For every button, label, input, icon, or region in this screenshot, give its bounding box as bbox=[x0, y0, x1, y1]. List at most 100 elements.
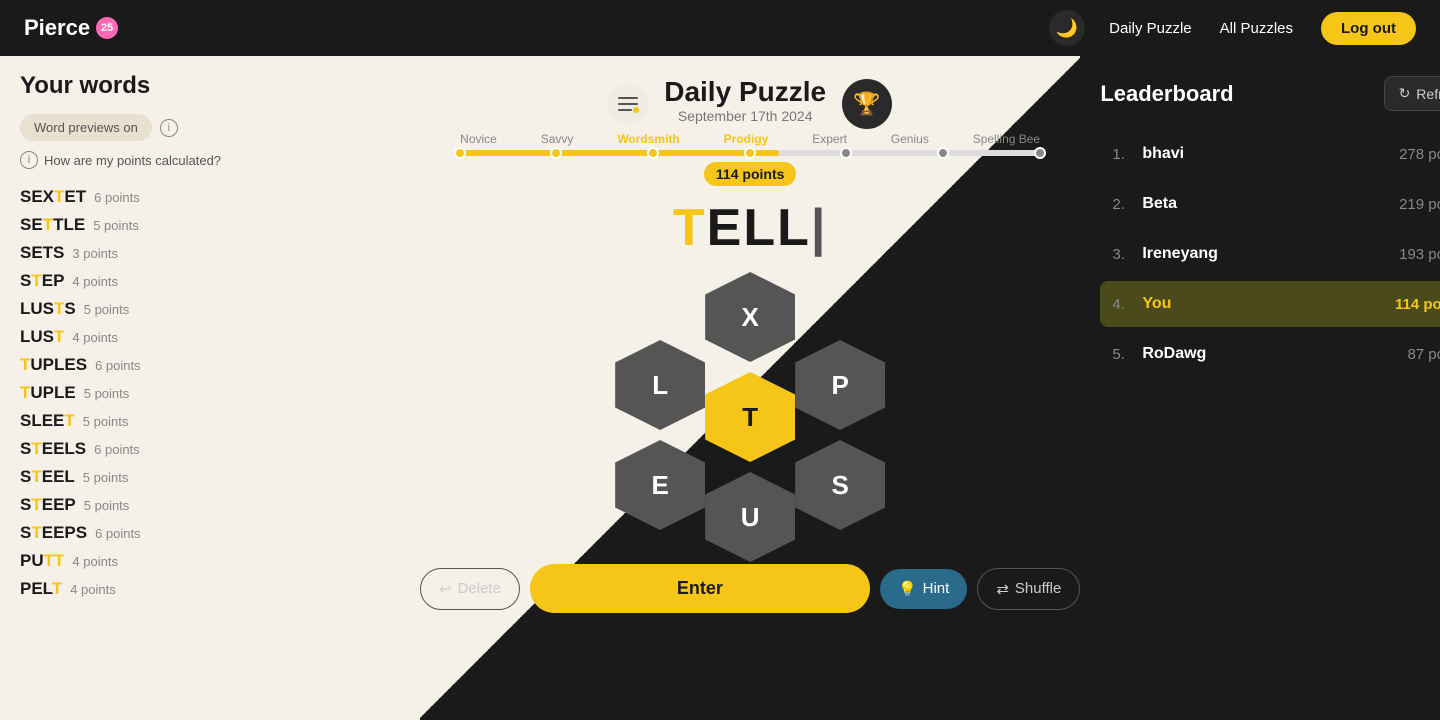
word-text: SLEET bbox=[20, 411, 75, 431]
points-info-icon[interactable]: i bbox=[20, 151, 38, 169]
word-letter-t: T bbox=[673, 199, 707, 257]
hex-t-center[interactable]: T bbox=[705, 372, 795, 462]
word-text: PELT bbox=[20, 579, 62, 599]
word-text: SETS bbox=[20, 243, 64, 263]
dot-wordsmith bbox=[647, 147, 659, 159]
level-novice: Novice bbox=[460, 132, 497, 146]
word-points: 5 points bbox=[84, 498, 130, 513]
word-text: PUTT bbox=[20, 551, 64, 571]
word-points: 4 points bbox=[70, 582, 116, 597]
word-points: 4 points bbox=[72, 554, 118, 569]
word-points: 5 points bbox=[84, 386, 130, 401]
leaderboard-item-1: 1. bhavi 278 points bbox=[1100, 131, 1440, 177]
list-item: SETTLE 5 points bbox=[20, 211, 400, 239]
word-points: 4 points bbox=[72, 330, 118, 345]
shuffle-button[interactable]: ⇄ Shuffle bbox=[977, 568, 1080, 610]
word-text: SEXTET bbox=[20, 187, 86, 207]
hex-e[interactable]: E bbox=[615, 440, 705, 530]
trophy-icon: 🏆 bbox=[853, 91, 880, 117]
list-item: LUST 4 points bbox=[20, 323, 400, 351]
word-list: SEXTET 6 points SETTLE 5 points SETS 3 p… bbox=[20, 183, 400, 603]
dot-savvy bbox=[550, 147, 562, 159]
trophy-button[interactable]: 🏆 bbox=[842, 79, 892, 129]
daily-puzzle-link[interactable]: Daily Puzzle bbox=[1109, 20, 1192, 37]
word-text: STEEPS bbox=[20, 523, 87, 543]
dot-expert bbox=[840, 147, 852, 159]
dot-prodigy bbox=[744, 147, 756, 159]
points-badge: 114 points bbox=[704, 162, 796, 186]
dark-mode-toggle[interactable]: 🌙 bbox=[1049, 10, 1085, 46]
list-item: TUPLES 6 points bbox=[20, 351, 400, 379]
words-panel: Your words Word previews on i i How are … bbox=[0, 56, 420, 720]
hex-l[interactable]: L bbox=[615, 340, 705, 430]
leaderboard-panel: Leaderboard ↻ Refresh 1. bhavi 278 point… bbox=[1080, 56, 1440, 720]
rank-5: 5. bbox=[1112, 346, 1142, 363]
word-text: LUSTS bbox=[20, 299, 76, 319]
progress-fill bbox=[460, 150, 779, 156]
level-genius: Genius bbox=[891, 132, 929, 146]
all-puzzles-link[interactable]: All Puzzles bbox=[1220, 20, 1293, 37]
word-points: 6 points bbox=[95, 358, 141, 373]
rank-3: 3. bbox=[1112, 246, 1142, 263]
word-points: 6 points bbox=[94, 442, 140, 457]
action-buttons: ↩ Delete Enter 💡 Hint ⇄ Shuffle bbox=[420, 564, 1080, 613]
word-text: STEEP bbox=[20, 495, 76, 515]
list-item: STEP 4 points bbox=[20, 267, 400, 295]
list-item: LUSTS 5 points bbox=[20, 295, 400, 323]
points-you: 114 points bbox=[1395, 296, 1440, 313]
name-rodawg: RoDawg bbox=[1142, 345, 1407, 363]
word-points: 4 points bbox=[72, 274, 118, 289]
hex-s[interactable]: S bbox=[795, 440, 885, 530]
refresh-button[interactable]: ↻ Refresh bbox=[1384, 76, 1440, 111]
progress-bar bbox=[460, 150, 1040, 156]
leaderboard-item-5: 5. RoDawg 87 points bbox=[1100, 331, 1440, 377]
top-navigation: Pierce 25 🌙 Daily Puzzle All Puzzles Log… bbox=[0, 0, 1440, 56]
word-points: 5 points bbox=[83, 470, 129, 485]
leaderboard-item-2: 2. Beta 219 points bbox=[1100, 181, 1440, 227]
leaderboard-list: 1. bhavi 278 points 2. Beta 219 points 3… bbox=[1100, 131, 1440, 377]
word-text: SETTLE bbox=[20, 215, 85, 235]
puzzle-date: September 17th 2024 bbox=[664, 108, 826, 124]
leaderboard-title: Leaderboard bbox=[1100, 81, 1233, 107]
honeycomb: X L P T E S U bbox=[600, 272, 900, 552]
leaderboard-header: Leaderboard ↻ Refresh bbox=[1100, 76, 1440, 111]
points-beta: 219 points bbox=[1399, 196, 1440, 213]
word-text: STEP bbox=[20, 271, 64, 291]
word-points: 3 points bbox=[72, 246, 118, 261]
hex-u[interactable]: U bbox=[705, 472, 795, 562]
word-previews-info-icon[interactable]: i bbox=[160, 119, 178, 137]
rank-2: 2. bbox=[1112, 196, 1142, 213]
hex-p[interactable]: P bbox=[795, 340, 885, 430]
leaderboard-item-you: 4. You 114 points bbox=[1100, 281, 1440, 327]
puzzle-area: Daily Puzzle September 17th 2024 🏆 Novic… bbox=[420, 56, 1080, 720]
list-item: PELT 4 points bbox=[20, 575, 400, 603]
delete-icon: ↩ bbox=[439, 580, 452, 598]
dot-genius bbox=[937, 147, 949, 159]
list-item: STEEL 5 points bbox=[20, 463, 400, 491]
word-text: TUPLE bbox=[20, 383, 76, 403]
word-previews-toggle[interactable]: Word previews on bbox=[20, 114, 152, 141]
refresh-icon: ↻ bbox=[1399, 85, 1411, 102]
word-text: STEELS bbox=[20, 439, 86, 459]
word-points: 6 points bbox=[94, 190, 140, 205]
brand-name: Pierce bbox=[24, 15, 90, 41]
word-text: LUST bbox=[20, 327, 64, 347]
progress-section: Novice Savvy Wordsmith Prodigy Expert Ge… bbox=[460, 132, 1040, 186]
moon-icon: 🌙 bbox=[1056, 18, 1078, 39]
enter-button[interactable]: Enter bbox=[530, 564, 870, 613]
list-item: STEELS 6 points bbox=[20, 435, 400, 463]
name-ireneyang: Ireneyang bbox=[1142, 245, 1399, 263]
delete-button[interactable]: ↩ Delete bbox=[420, 568, 520, 610]
hex-x[interactable]: X bbox=[705, 272, 795, 362]
brand-badge: 25 bbox=[96, 17, 118, 39]
level-savvy: Savvy bbox=[541, 132, 574, 146]
level-spelling-bee: Spelling Bee bbox=[973, 132, 1040, 146]
logout-button[interactable]: Log out bbox=[1321, 12, 1416, 45]
hint-button[interactable]: 💡 Hint bbox=[880, 569, 967, 609]
how-points-label: How are my points calculated? bbox=[44, 153, 221, 168]
word-list-icon[interactable] bbox=[608, 84, 648, 124]
rank-1: 1. bbox=[1112, 146, 1142, 163]
word-letter-e: ELL bbox=[707, 199, 811, 257]
list-item: PUTT 4 points bbox=[20, 547, 400, 575]
panel-title: Your words bbox=[20, 72, 400, 100]
